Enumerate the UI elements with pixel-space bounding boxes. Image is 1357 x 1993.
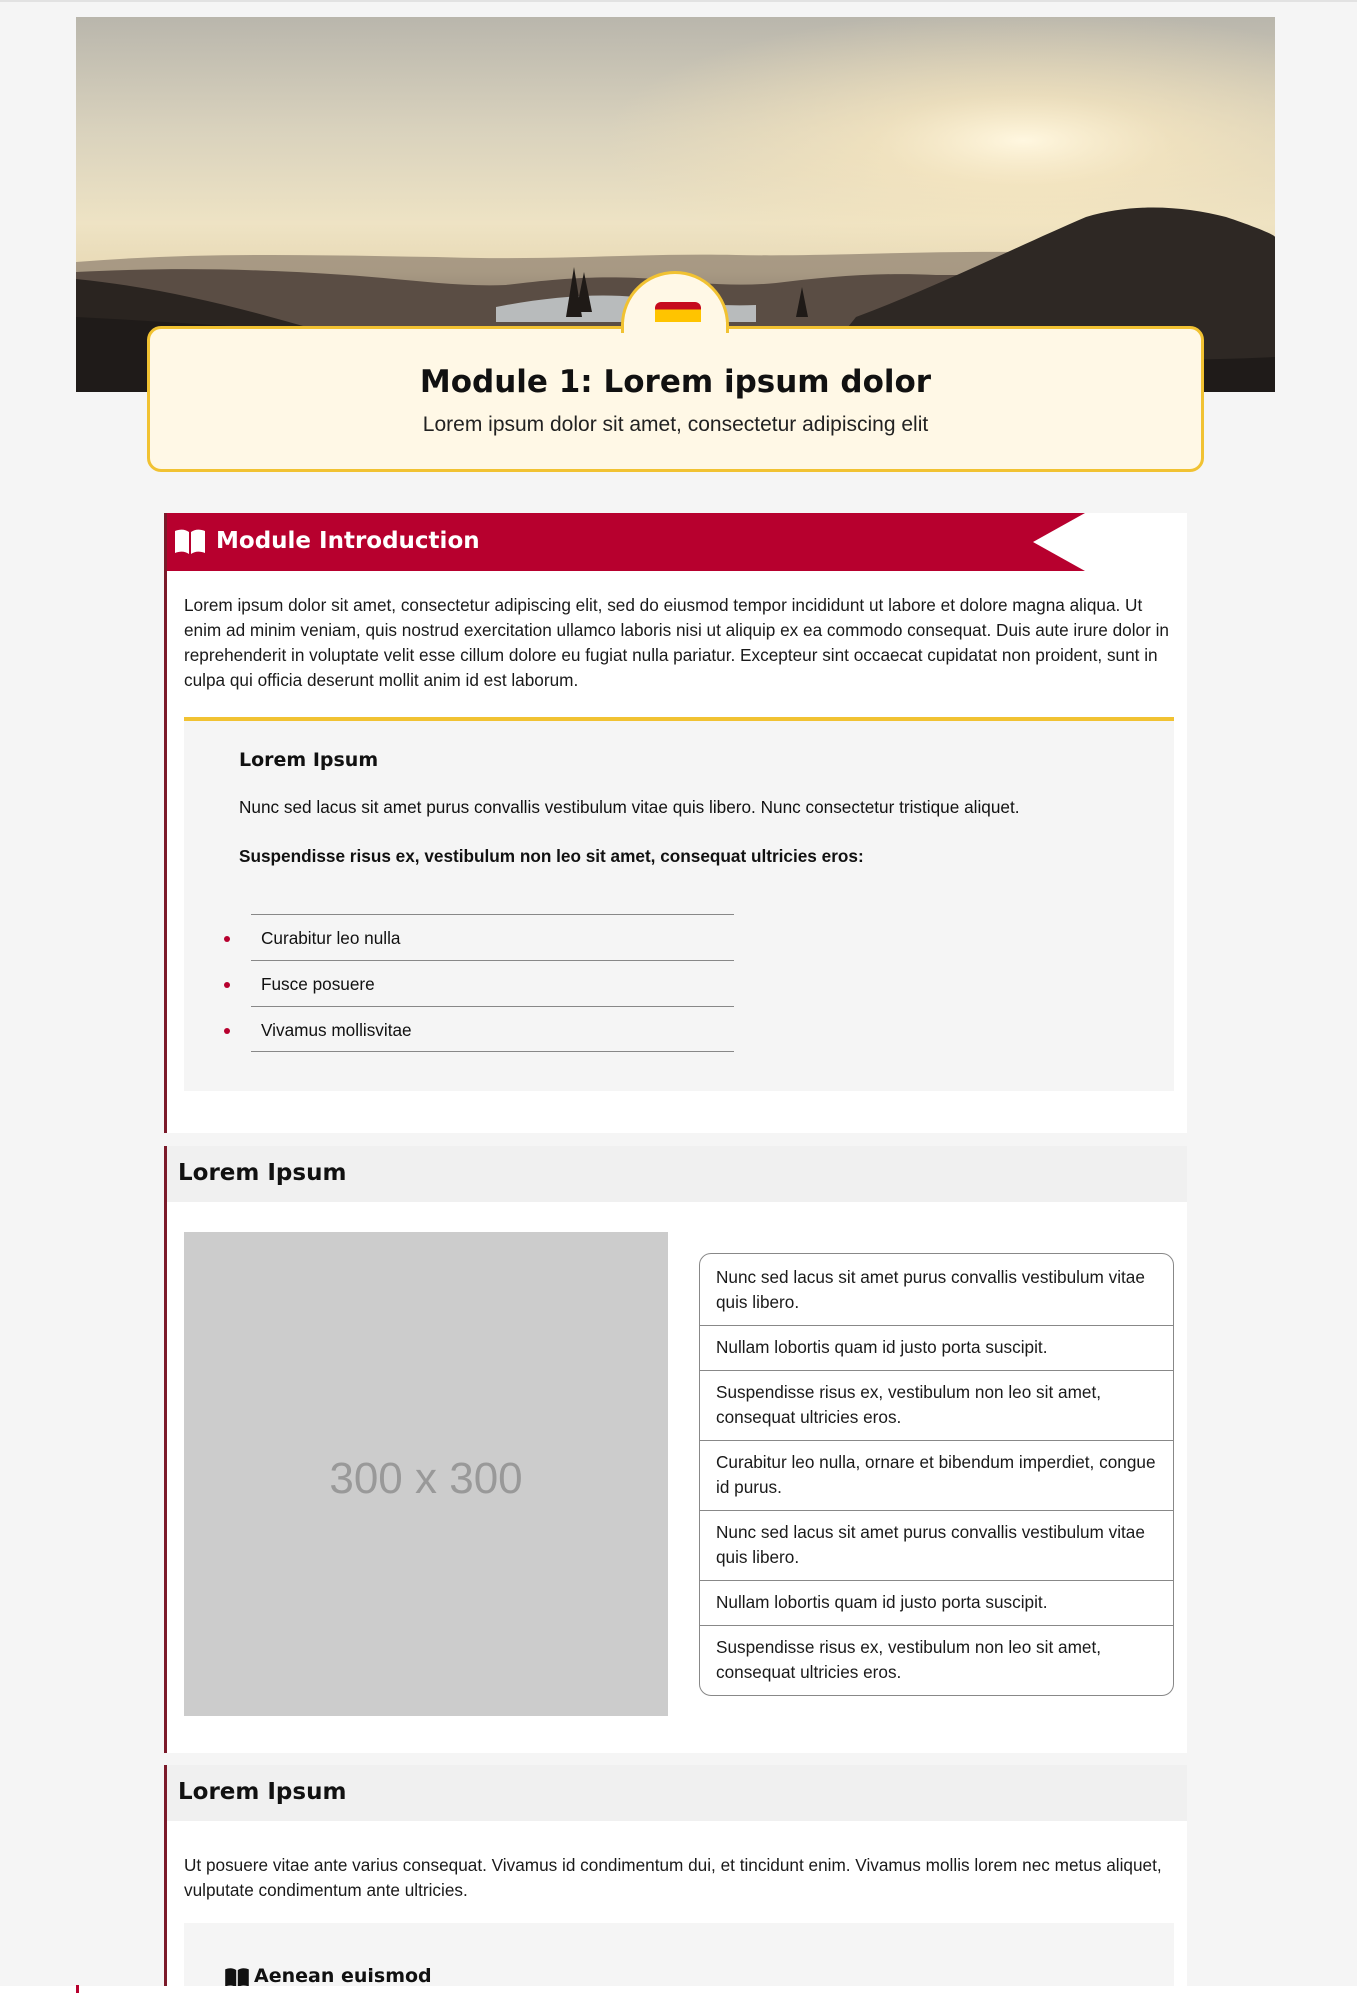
banner-notch bbox=[1033, 513, 1085, 571]
list-item: Suspendisse risus ex, vestibulum non leo… bbox=[700, 1370, 1173, 1440]
section-header: Lorem Ipsum bbox=[167, 1146, 1187, 1202]
callout-title: Lorem Ipsum bbox=[239, 749, 379, 771]
intro-callout: Lorem Ipsum Nunc sed lacus sit amet puru… bbox=[184, 717, 1174, 1091]
module-introduction-section: Module Introduction Lorem ipsum dolor si… bbox=[164, 513, 1187, 1133]
callout-lead: Suspendisse risus ex, vestibulum non leo… bbox=[239, 846, 864, 866]
module-subtitle: Lorem ipsum dolor sit amet, consectetur … bbox=[422, 413, 929, 436]
callout-bullet-list: Curabitur leo nulla Fusce posuere Vivamu… bbox=[224, 914, 734, 1054]
module-introduction-banner: Module Introduction bbox=[167, 513, 1085, 571]
bullet-dot-icon bbox=[224, 936, 230, 942]
list-item-text: Vivamus mollisvitae bbox=[261, 1020, 412, 1040]
module-introduction-title: Module Introduction bbox=[216, 528, 480, 554]
list-item: Suspendisse risus ex, vestibulum non leo… bbox=[700, 1625, 1173, 1695]
lorem-ipsum-section-2: Lorem Ipsum Ut posuere vitae ante varius… bbox=[164, 1765, 1187, 1993]
list-item: Curabitur leo nulla, ornare et bibendum … bbox=[700, 1440, 1173, 1510]
section-paragraph: Ut posuere vitae ante varius consequat. … bbox=[184, 1855, 1162, 1900]
subsection-title: Aenean euismod bbox=[254, 1965, 432, 1987]
bullet-dot-icon bbox=[224, 982, 230, 988]
module-title-card: Module 1: Lorem ipsum dolor Lorem ipsum … bbox=[147, 326, 1204, 472]
book-open-icon bbox=[175, 529, 205, 554]
section-title: Lorem Ipsum bbox=[178, 1160, 347, 1186]
intro-paragraph: Lorem ipsum dolor sit amet, consectetur … bbox=[184, 595, 1169, 690]
flag-badge-join bbox=[624, 322, 726, 332]
top-divider bbox=[0, 0, 1357, 2]
section-title: Lorem Ipsum bbox=[178, 1779, 347, 1805]
list-item: Curabitur leo nulla bbox=[224, 914, 734, 962]
module-title: Module 1: Lorem ipsum dolor bbox=[419, 364, 932, 400]
list-item: Nullam lobortis quam id justo porta susc… bbox=[700, 1325, 1173, 1370]
subsection-box: Aenean euismod bbox=[184, 1923, 1174, 1993]
list-item: Vivamus mollisvitae bbox=[224, 1006, 734, 1054]
placeholder-image-label: 300 x 300 bbox=[329, 1454, 523, 1503]
placeholder-image: 300 x 300 bbox=[184, 1232, 668, 1716]
section-header: Lorem Ipsum bbox=[167, 1765, 1187, 1821]
lorem-ipsum-section: Lorem Ipsum 300 x 300 Nunc sed lacus sit… bbox=[164, 1146, 1187, 1753]
list-item: Nunc sed lacus sit amet purus convallis … bbox=[700, 1510, 1173, 1580]
list-item-text: Fusce posuere bbox=[261, 974, 375, 994]
bullet-dot-icon bbox=[224, 1028, 230, 1034]
bordered-item-list: Nunc sed lacus sit amet purus convallis … bbox=[699, 1253, 1174, 1696]
list-item: Nunc sed lacus sit amet purus convallis … bbox=[716, 1267, 1145, 1312]
list-item: Nullam lobortis quam id justo porta susc… bbox=[700, 1580, 1173, 1625]
callout-paragraph: Nunc sed lacus sit amet purus convallis … bbox=[239, 797, 1020, 817]
list-item: Fusce posuere bbox=[224, 960, 734, 1008]
list-item-text: Curabitur leo nulla bbox=[261, 928, 401, 948]
bottom-edge bbox=[0, 1986, 1357, 1993]
bottom-accent bbox=[76, 1985, 79, 1993]
